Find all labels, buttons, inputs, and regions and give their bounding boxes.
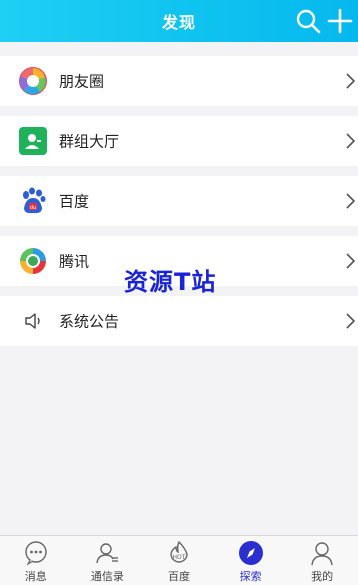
tab-contacts[interactable]: 通信录	[72, 536, 144, 585]
chevron-right-icon	[344, 252, 356, 270]
speaker-icon	[18, 306, 48, 336]
tab-label: 我的	[311, 570, 334, 583]
list-item-label: 群组大厅	[59, 132, 120, 151]
plus-icon[interactable]	[326, 7, 354, 35]
list-item-label: 百度	[59, 192, 90, 211]
list-item-label: 腾讯	[59, 252, 90, 271]
tab-explore[interactable]: 探索	[215, 536, 287, 585]
chevron-right-icon	[344, 312, 356, 330]
chat-bubble-icon	[23, 540, 49, 566]
svg-text:du: du	[30, 205, 36, 211]
chevron-right-icon	[344, 132, 356, 150]
compass-icon	[238, 540, 264, 566]
tab-profile[interactable]: 我的	[286, 536, 358, 585]
bottom-tab-bar: 消息 通信录 HOT 百度 探索 我的	[0, 535, 358, 585]
list-item-announcements[interactable]: 系统公告	[0, 296, 358, 346]
list-item-baidu[interactable]: du 百度	[0, 176, 358, 226]
svg-text:HOT: HOT	[173, 554, 186, 561]
search-icon[interactable]	[294, 7, 322, 35]
header-actions	[294, 7, 354, 35]
tab-label: 探索	[239, 570, 262, 583]
baidu-paw-icon: du	[18, 186, 48, 216]
tab-label: 通信录	[90, 570, 124, 583]
watermark-text: 资源T站	[124, 268, 217, 296]
chevron-right-icon	[344, 72, 356, 90]
tencent-icon	[18, 246, 48, 276]
profile-icon	[309, 540, 335, 566]
list-item-label: 系统公告	[59, 312, 120, 331]
tab-messages[interactable]: 消息	[0, 536, 72, 585]
tab-label: 消息	[24, 570, 47, 583]
page-title: 发现	[161, 13, 196, 32]
list-item-group-hall[interactable]: 群组大厅	[0, 116, 358, 166]
hot-icon: HOT	[166, 540, 192, 566]
moments-icon	[18, 66, 48, 96]
tab-label: 百度	[167, 570, 190, 583]
top-bar: 发现	[0, 0, 358, 42]
group-hall-icon	[18, 126, 48, 156]
list-item-label: 朋友圈	[59, 72, 105, 91]
list-item-moments[interactable]: 朋友圈	[0, 56, 358, 106]
tab-baidu[interactable]: HOT 百度	[143, 536, 215, 585]
contacts-icon	[94, 540, 120, 566]
chevron-right-icon	[344, 192, 356, 210]
